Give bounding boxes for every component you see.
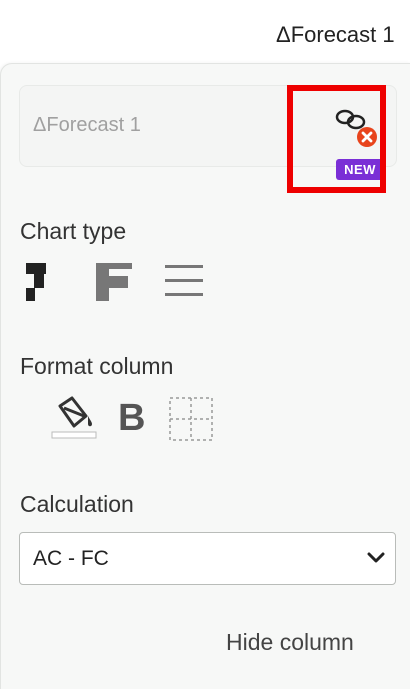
- column-name-input[interactable]: ΔForecast 1: [33, 114, 273, 137]
- column-header-title: ΔForecast 1: [276, 22, 395, 47]
- chart-type-bar-button[interactable]: [94, 261, 136, 303]
- bold-icon: B: [118, 397, 146, 439]
- format-column-label: Format column: [20, 353, 174, 379]
- chevron-down-icon: [367, 552, 385, 563]
- chart-type-waterfall-button[interactable]: [24, 261, 66, 303]
- calculation-label: Calculation: [20, 491, 134, 517]
- bar-chart-icon: [96, 263, 132, 301]
- calculation-select[interactable]: AC - FC: [19, 532, 396, 585]
- highlight-box: [287, 85, 386, 193]
- fill-color-button[interactable]: [50, 394, 98, 442]
- list-lines-icon: [165, 265, 203, 296]
- borders-button[interactable]: [168, 396, 214, 442]
- bold-button[interactable]: B: [118, 396, 152, 440]
- chart-type-label: Chart type: [20, 218, 127, 244]
- waterfall-bar-icon: [26, 263, 46, 301]
- paint-bucket-icon: [51, 396, 97, 439]
- calculation-select-value: AC - FC: [33, 547, 109, 570]
- chart-type-list-button[interactable]: [163, 261, 205, 303]
- borders-icon: [169, 397, 213, 441]
- hide-column-button[interactable]: Hide column: [226, 629, 354, 656]
